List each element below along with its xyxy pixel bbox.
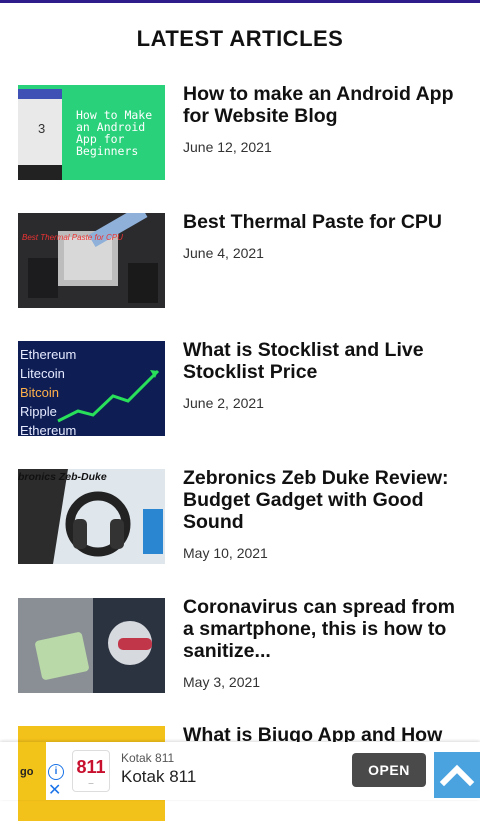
ad-advertiser-small: Kotak 811 xyxy=(121,751,175,765)
thumb-number: 3 xyxy=(38,121,45,136)
coin-label: Ethereum xyxy=(20,347,77,362)
article-date: May 3, 2021 xyxy=(183,674,261,690)
ad-logo-sub: — xyxy=(88,781,94,787)
close-icon[interactable]: ✕ xyxy=(48,780,61,800)
article-title[interactable]: Best Thermal Paste for CPU xyxy=(183,211,468,233)
ad-banner[interactable]: go i ✕ 811 — Kotak 811 Kotak 811 OPEN xyxy=(0,742,480,800)
ad-advertiser-name: Kotak 811 xyxy=(121,767,197,786)
article-item[interactable]: 3 How to Make an Android App for Beginne… xyxy=(0,83,480,195)
article-title[interactable]: Zebronics Zeb Duke Review: Budget Gadget… xyxy=(183,467,468,533)
thumbnail-caption: Best Thermal Paste for CPU xyxy=(22,233,123,242)
article-date: June 12, 2021 xyxy=(183,139,272,155)
scroll-to-top-button[interactable] xyxy=(434,752,480,798)
arrow-up-icon xyxy=(439,764,475,787)
top-accent-bar xyxy=(0,0,480,3)
thumbnail-caption: How to Make an Android App for Beginners xyxy=(76,108,153,158)
article-title[interactable]: What is Stocklist and Live Stocklist Pri… xyxy=(183,339,468,383)
section-title: LATEST ARTICLES xyxy=(136,26,344,51)
article-thumbnail[interactable]: 3 How to Make an Android App for Beginne… xyxy=(18,85,165,180)
coin-label: Ethereum xyxy=(20,423,77,436)
article-thumbnail[interactable]: bronics Zeb-Duke xyxy=(18,469,165,564)
ad-strip-text: go xyxy=(20,766,34,778)
ad-logo-text: 811 xyxy=(76,757,106,777)
coin-label: Ripple xyxy=(20,404,57,419)
article-thumbnail[interactable]: Ethereum Litecoin Bitcoin Ripple Ethereu… xyxy=(18,341,165,436)
article-item[interactable]: Coronavirus can spread from a smartphone… xyxy=(0,596,480,708)
article-item[interactable]: Ethereum Litecoin Bitcoin Ripple Ethereu… xyxy=(0,339,480,451)
article-thumbnail[interactable]: Best Thermal Paste for CPU xyxy=(18,213,165,308)
coin-label: Bitcoin xyxy=(20,385,60,400)
article-date: May 10, 2021 xyxy=(183,545,268,561)
coin-label: Litecoin xyxy=(20,366,65,381)
ad-side-strip: go xyxy=(18,742,46,800)
article-thumbnail[interactable] xyxy=(18,598,165,693)
article-title[interactable]: Coronavirus can spread from a smartphone… xyxy=(183,596,468,662)
article-title[interactable]: How to make an Android App for Website B… xyxy=(183,83,468,127)
article-item[interactable]: Best Thermal Paste for CPU Best Thermal … xyxy=(0,211,480,323)
ad-logo: 811 — xyxy=(72,750,110,792)
thumbnail-caption: bronics Zeb-Duke xyxy=(18,471,107,483)
info-icon[interactable]: i xyxy=(48,764,64,780)
article-item[interactable]: bronics Zeb-Duke Zebronics Zeb Duke Revi… xyxy=(0,467,480,579)
ad-open-button[interactable]: OPEN xyxy=(352,753,426,787)
article-date: June 2, 2021 xyxy=(183,395,264,411)
article-date: June 4, 2021 xyxy=(183,245,264,261)
